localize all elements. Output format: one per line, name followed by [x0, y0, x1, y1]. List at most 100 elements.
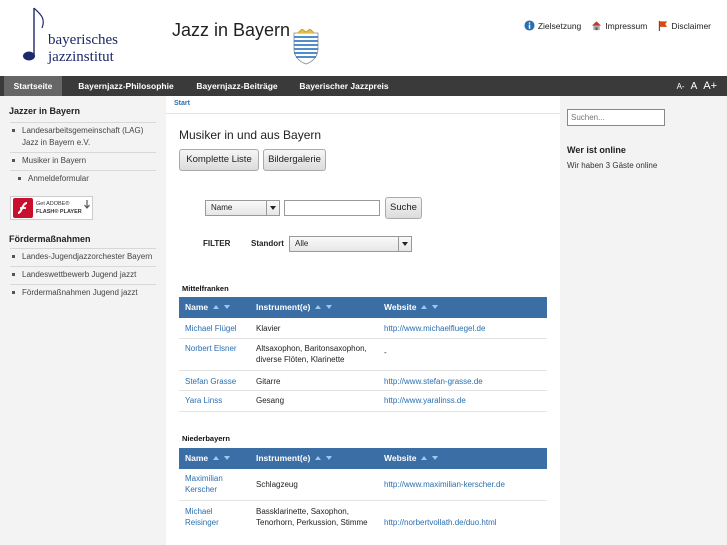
table-row: Yara Linss Gesang http://www.yaralinss.d…: [179, 391, 547, 412]
table-row: Michael Flügel Klavier http://www.michae…: [179, 318, 547, 339]
sidebar-item-label: Landesarbeitsgemeinschaft (LAG) Jazz in …: [22, 126, 144, 147]
column-header-instrument[interactable]: Instrument(e): [256, 302, 333, 312]
column-header-name[interactable]: Name: [185, 302, 231, 312]
column-header-instrument[interactable]: Instrument(e): [256, 453, 333, 463]
page-title: Musiker in und aus Bayern: [179, 128, 322, 142]
flash-line1: Get ADOBE®: [36, 201, 70, 207]
top-link-disclaimer[interactable]: Disclaimer: [657, 20, 711, 31]
top-link-impressum[interactable]: Impressum: [591, 20, 647, 31]
flash-player-badge[interactable]: Get ADOBE® FLASH® PLAYER: [10, 196, 93, 220]
bullet-icon: [12, 159, 15, 162]
left-sidebar: Jazzer in Bayern Landesarbeitsgemeinscha…: [0, 96, 166, 545]
bullet-icon: [18, 177, 21, 180]
complete-list-button[interactable]: Komplette Liste: [179, 149, 259, 171]
flash-line2: FLASH® PLAYER: [36, 209, 82, 215]
sidebar-item-landeswettbewerb[interactable]: Landeswettbewerb Jugend jazzt: [10, 266, 156, 284]
download-arrow-icon: [84, 200, 90, 209]
sort-up-icon[interactable]: [421, 305, 428, 309]
info-icon: [524, 20, 535, 31]
sort-up-icon[interactable]: [315, 456, 322, 460]
select-value: Alle: [295, 239, 309, 248]
sort-down-icon[interactable]: [432, 305, 439, 309]
top-link-label: Zielsetzung: [537, 20, 582, 31]
instrument-cell: Bassklarinette, Saxophon, Tenorhorn, Per…: [256, 507, 368, 527]
musician-name-link[interactable]: Norbert Elsner: [185, 343, 247, 354]
sort-up-icon[interactable]: [213, 305, 220, 309]
musician-name-link[interactable]: Yara Linss: [185, 395, 247, 406]
top-link-zielsetzung[interactable]: Zielsetzung: [524, 20, 581, 31]
sort-down-icon[interactable]: [326, 305, 333, 309]
breadcrumb: Start: [166, 100, 560, 114]
musician-name-link[interactable]: Stefan Grasse: [185, 376, 247, 387]
website-link[interactable]: http://www.michaelfluegel.de: [384, 323, 544, 334]
column-header-name[interactable]: Name: [185, 453, 231, 463]
breadcrumb-start[interactable]: Start: [174, 100, 190, 107]
column-label: Name: [185, 453, 209, 463]
table-header: Name Instrument(e) Website: [179, 297, 547, 318]
musician-name-link[interactable]: Michael Reisinger: [185, 506, 247, 528]
musician-name-link[interactable]: Michael Flügel: [185, 323, 247, 334]
website-link[interactable]: http://www.maximilian-kerscher.de: [384, 479, 544, 490]
sort-down-icon[interactable]: [432, 456, 439, 460]
flag-icon: [659, 20, 668, 31]
gallery-button[interactable]: Bildergalerie: [263, 149, 326, 171]
sidebar-item-foerdermassnahmen[interactable]: Fördermaßnahmen Jugend jazzt: [10, 284, 156, 302]
sort-down-icon[interactable]: [224, 456, 231, 460]
website-link[interactable]: http://www.yaralinss.de: [384, 395, 544, 406]
standort-label: Standort: [251, 239, 284, 248]
sidebar-item-anmeldeformular[interactable]: Anmeldeformular: [10, 170, 156, 188]
sidebar-item-musiker[interactable]: Musiker in Bayern: [10, 152, 156, 170]
main-nav: Startseite Bayernjazz-Philosophie Bayern…: [0, 76, 727, 96]
website-link[interactable]: http://www.stefan-grasse.de: [384, 376, 544, 387]
logo-text-line1: bayerisches: [48, 32, 118, 48]
search-field-select[interactable]: Name: [205, 200, 280, 216]
search-button[interactable]: Suche: [385, 197, 422, 219]
font-reset-button[interactable]: A: [691, 81, 698, 92]
table-row: Maximilian Kerscher Schlagzeug http://ww…: [179, 469, 547, 501]
nav-bayernjazz-philosophie[interactable]: Bayernjazz-Philosophie: [70, 76, 182, 96]
sidebar-item-label: Landes-Jugendjazzorchester Bayern: [22, 252, 153, 261]
instrument-cell: Schlagzeug: [256, 480, 298, 489]
region-heading: Niederbayern: [182, 434, 230, 443]
nav-bayernjazz-beitraege[interactable]: Bayernjazz-Beiträge: [190, 76, 284, 96]
instrument-cell: Gesang: [256, 396, 285, 405]
select-value: Name: [211, 203, 233, 212]
search-input[interactable]: [284, 200, 380, 216]
sidebar-section-title: Fördermaßnahmen: [9, 234, 91, 244]
house-icon: [592, 21, 602, 31]
sidebar-item-label: Anmeldeformular: [28, 174, 89, 183]
site-header: bayerisches jazzinstitut Jazz in Bayern …: [0, 0, 727, 76]
column-header-website[interactable]: Website: [384, 302, 439, 312]
institute-logo[interactable]: bayerisches jazzinstitut: [18, 6, 130, 68]
font-smaller-button[interactable]: A-: [677, 82, 685, 91]
top-link-label: Disclaimer: [671, 20, 711, 31]
nav-bayerischer-jazzpreis[interactable]: Bayerischer Jazzpreis: [292, 76, 396, 96]
bullet-icon: [12, 273, 15, 276]
table-row: Michael Reisinger Bassklarinette, Saxoph…: [179, 501, 547, 545]
sort-up-icon[interactable]: [315, 305, 322, 309]
standort-select[interactable]: Alle: [289, 236, 412, 252]
sort-down-icon[interactable]: [326, 456, 333, 460]
sidebar-menu-foerder: Landes-Jugendjazzorchester Bayern Landes…: [0, 248, 166, 302]
sidebar-item-label: Landeswettbewerb Jugend jazzt: [22, 270, 137, 279]
sort-up-icon[interactable]: [213, 456, 220, 460]
bullet-icon: [12, 255, 15, 258]
font-larger-button[interactable]: A+: [703, 80, 717, 92]
site-search-input[interactable]: [567, 109, 665, 126]
sort-down-icon[interactable]: [224, 305, 231, 309]
website-link[interactable]: http://norbertvollath.de/duo.html: [384, 517, 544, 528]
right-sidebar: Wer ist online Wir haben 3 Gäste online: [560, 96, 727, 545]
note-icon: [23, 7, 44, 61]
logo-text-line2: jazzinstitut: [48, 49, 114, 65]
column-label: Website: [384, 453, 417, 463]
sidebar-item-jugendjazzorchester[interactable]: Landes-Jugendjazzorchester Bayern: [10, 248, 156, 266]
table-row: Stefan Grasse Gitarre http://www.stefan-…: [179, 371, 547, 391]
instrument-cell: Klavier: [256, 324, 281, 333]
nav-startseite[interactable]: Startseite: [4, 76, 62, 96]
sidebar-item-lag[interactable]: Landesarbeitsgemeinschaft (LAG) Jazz in …: [10, 122, 156, 152]
column-header-website[interactable]: Website: [384, 453, 439, 463]
font-size-controls: A- A A+: [677, 80, 717, 92]
musician-name-link[interactable]: Maximilian Kerscher: [185, 473, 247, 495]
sort-up-icon[interactable]: [421, 456, 428, 460]
top-link-label: Impressum: [605, 20, 648, 31]
